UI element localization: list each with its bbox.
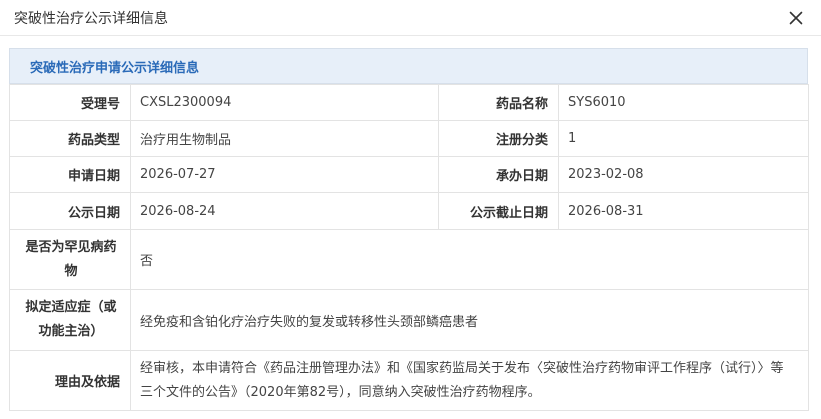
rare-disease-value: 否	[130, 229, 809, 290]
table-row: 受理号 CXSL2300094 药品名称 SYS6010	[9, 84, 809, 121]
handle-date-label: 承办日期	[438, 156, 559, 193]
reason-value: 经审核，本申请符合《药品注册管理办法》和《国家药监局关于发布〈突破性治疗药物审评…	[130, 350, 809, 411]
detail-content: 突破性治疗申请公示详细信息 受理号 CXSL2300094 药品名称 SYS60…	[9, 48, 809, 411]
acceptance-no-label: 受理号	[9, 84, 131, 121]
publish-date-label: 公示日期	[9, 192, 131, 230]
publish-end-date-label: 公示截止日期	[438, 192, 559, 230]
table-row: 是否为罕见病药物 否	[9, 229, 809, 290]
detail-dialog: 突破性治疗公示详细信息 突破性治疗申请公示详细信息 受理号 CXSL230009…	[0, 0, 821, 419]
apply-date-value: 2026-07-27	[130, 156, 439, 193]
rare-disease-label: 是否为罕见病药物	[9, 229, 131, 290]
reg-class-label: 注册分类	[438, 120, 559, 157]
publish-end-date-value: 2026-08-31	[558, 192, 809, 230]
dialog-title: 突破性治疗公示详细信息	[14, 10, 168, 27]
reg-class-value: 1	[558, 120, 809, 157]
indication-value: 经免疫和含铂化疗治疗失败的复发或转移性头颈部鳞癌患者	[130, 289, 809, 351]
handle-date-value: 2023-02-08	[558, 156, 809, 193]
publish-date-value: 2026-08-24	[130, 192, 439, 230]
reason-label: 理由及依据	[9, 350, 131, 411]
table-row: 理由及依据 经审核，本申请符合《药品注册管理办法》和《国家药监局关于发布〈突破性…	[9, 350, 809, 411]
drug-name-label: 药品名称	[438, 84, 559, 121]
drug-type-value: 治疗用生物制品	[130, 120, 439, 157]
detail-table: 受理号 CXSL2300094 药品名称 SYS6010 药品类型 治疗用生物制…	[9, 84, 809, 411]
table-row: 药品类型 治疗用生物制品 注册分类 1	[9, 120, 809, 157]
indication-label: 拟定适应症（或功能主治）	[9, 289, 131, 351]
drug-type-label: 药品类型	[9, 120, 131, 157]
table-row: 申请日期 2026-07-27 承办日期 2023-02-08	[9, 156, 809, 193]
table-row: 公示日期 2026-08-24 公示截止日期 2026-08-31	[9, 192, 809, 230]
acceptance-no-value: CXSL2300094	[130, 84, 439, 121]
table-row: 拟定适应症（或功能主治） 经免疫和含铂化疗治疗失败的复发或转移性头颈部鳞癌患者	[9, 289, 809, 351]
dialog-titlebar: 突破性治疗公示详细信息	[0, 0, 821, 36]
drug-name-value: SYS6010	[558, 84, 809, 121]
section-title: 突破性治疗申请公示详细信息	[9, 48, 808, 84]
close-icon[interactable]	[787, 9, 805, 27]
apply-date-label: 申请日期	[9, 156, 131, 193]
